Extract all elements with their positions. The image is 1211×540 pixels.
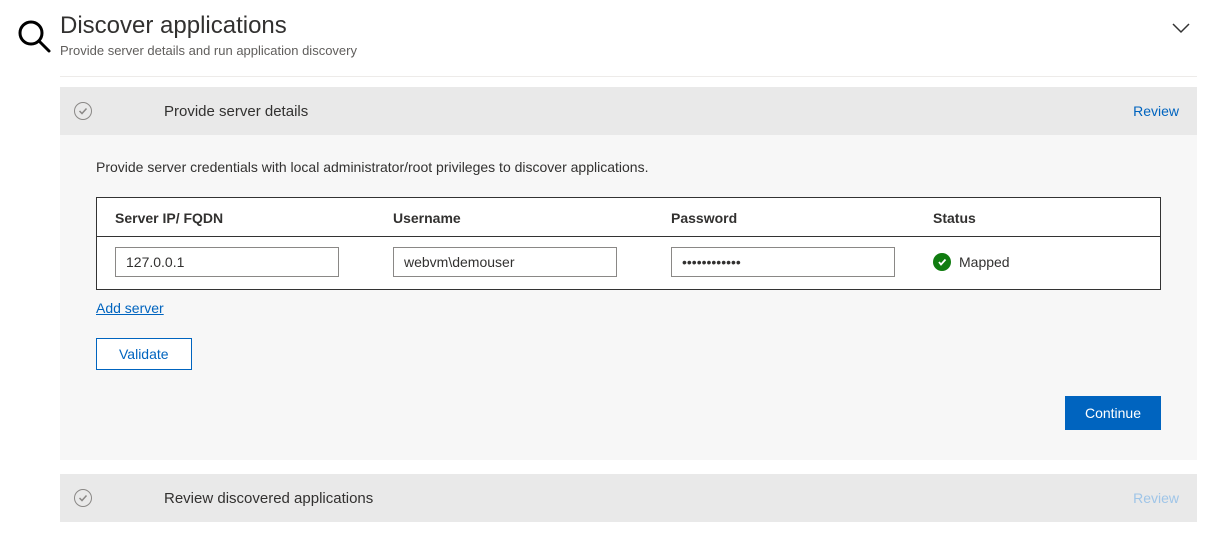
step-header-server-details: Provide server details Review (60, 87, 1197, 135)
server-ip-input[interactable] (115, 247, 339, 277)
table-header-row: Server IP/ FQDN Username Password Status (97, 198, 1160, 237)
review-link-step2[interactable]: Review (1133, 490, 1179, 506)
status-label: Mapped (959, 254, 1010, 270)
col-header-username: Username (393, 210, 671, 226)
step-status-icon (74, 102, 92, 120)
add-server-link[interactable]: Add server (96, 300, 164, 316)
validate-button[interactable]: Validate (96, 338, 192, 370)
page-title: Discover applications (60, 10, 357, 41)
step-title: Review discovered applications (164, 490, 373, 507)
col-header-status: Status (933, 210, 1142, 226)
password-input[interactable] (671, 247, 895, 277)
step-title: Provide server details (164, 103, 308, 120)
username-input[interactable] (393, 247, 617, 277)
server-table: Server IP/ FQDN Username Password Status (96, 197, 1161, 290)
col-header-ip: Server IP/ FQDN (115, 210, 393, 226)
divider (60, 76, 1197, 77)
step-header-review-apps: Review discovered applications Review (60, 474, 1197, 522)
instruction-text: Provide server credentials with local ad… (96, 159, 1161, 175)
table-row: Mapped (97, 237, 1160, 289)
page-subtitle: Provide server details and run applicati… (60, 43, 357, 58)
collapse-chevron-icon[interactable] (1169, 10, 1197, 43)
page-header: Discover applications Provide server det… (60, 10, 1197, 58)
review-link-step1[interactable]: Review (1133, 103, 1179, 119)
continue-button[interactable]: Continue (1065, 396, 1161, 430)
step-body-server-details: Provide server credentials with local ad… (60, 135, 1197, 460)
col-header-password: Password (671, 210, 933, 226)
step-status-icon (74, 489, 92, 507)
status-mapped-icon (933, 253, 951, 271)
search-icon (16, 10, 60, 522)
